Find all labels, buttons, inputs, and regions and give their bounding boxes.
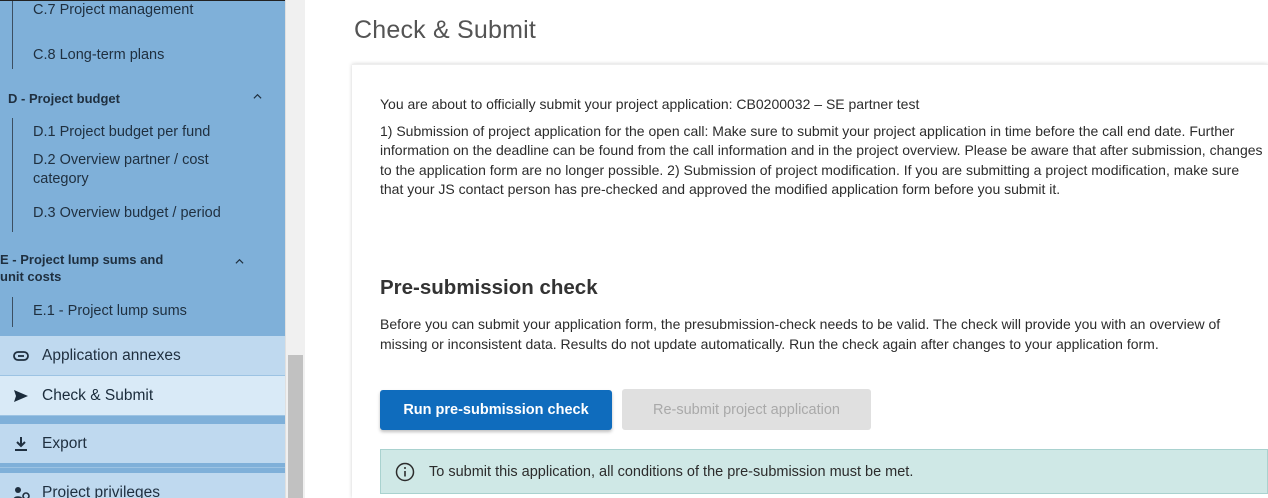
sidebar-item-d1[interactable]: D.1 Project budget per fund (13, 123, 210, 142)
nav-export[interactable]: Export (0, 424, 285, 463)
sidebar-item-e1[interactable]: E.1 - Project lump sums (13, 302, 187, 321)
precheck-description: Before you can submit your application f… (380, 316, 1221, 352)
users-gear-icon (12, 484, 30, 498)
sidebar-group-d-items: D.1 Project budget per fund D.2 Overview… (12, 118, 221, 232)
sidebar-section-d-header[interactable]: D - Project budget (8, 90, 270, 107)
divider (0, 467, 285, 468)
chevron-up-icon (253, 93, 262, 99)
sidebar-item-d3[interactable]: D.3 Overview budget / period (13, 204, 221, 223)
intro-paragraph: 1) Submission of project application for… (380, 122, 1263, 198)
run-precheck-button[interactable]: Run pre-submission check (380, 390, 612, 430)
nav-application-annexes[interactable]: Application annexes (0, 336, 285, 375)
chevron-up-icon (235, 258, 244, 264)
sidebar-scrollbar-thumb[interactable] (288, 355, 303, 498)
link-icon (12, 347, 30, 365)
send-icon (12, 387, 30, 405)
nav-project-privileges[interactable]: Project privileges (0, 473, 285, 498)
sidebar-group-e-items: E.1 - Project lump sums (12, 297, 187, 327)
sidebar-item-d2[interactable]: D.2 Overview partner / cost category (13, 151, 253, 189)
sidebar-item-c8[interactable]: C.8 Long-term plans (13, 46, 164, 65)
sidebar-group-c-items: C.7 Project management C.8 Long-term pla… (12, 1, 193, 69)
page-title: Check & Submit (354, 16, 537, 44)
alert-text: To submit this application, all conditio… (429, 463, 914, 480)
precheck-heading: Pre-submission check (380, 276, 598, 299)
sidebar-section-e-title-line2: unit costs (0, 269, 62, 284)
info-icon (395, 462, 415, 481)
nav-check-submit-label: Check & Submit (42, 386, 154, 404)
info-alert: To submit this application, all conditio… (380, 449, 1268, 494)
nav-export-label: Export (42, 434, 87, 452)
download-icon (12, 435, 30, 453)
sidebar-section-e-header[interactable]: E - Project lump sums and unit costs (0, 251, 262, 285)
nav-project-privileges-label: Project privileges (42, 483, 161, 498)
sidebar-section-e-title-line1: E - Project lump sums and (0, 252, 164, 267)
nav-check-submit[interactable]: Check & Submit (0, 376, 285, 415)
resubmit-button[interactable]: Re-submit project application (622, 389, 871, 430)
intro-line: You are about to officially submit your … (380, 96, 920, 112)
intro-text: You are about to officially submit your … (380, 95, 1265, 207)
sidebar-item-c7[interactable]: C.7 Project management (13, 1, 193, 21)
divider (0, 415, 285, 416)
sidebar: C.7 Project management C.8 Long-term pla… (0, 0, 285, 498)
nav-application-annexes-label: Application annexes (42, 346, 181, 364)
sidebar-section-d-title: D - Project budget (8, 91, 120, 106)
